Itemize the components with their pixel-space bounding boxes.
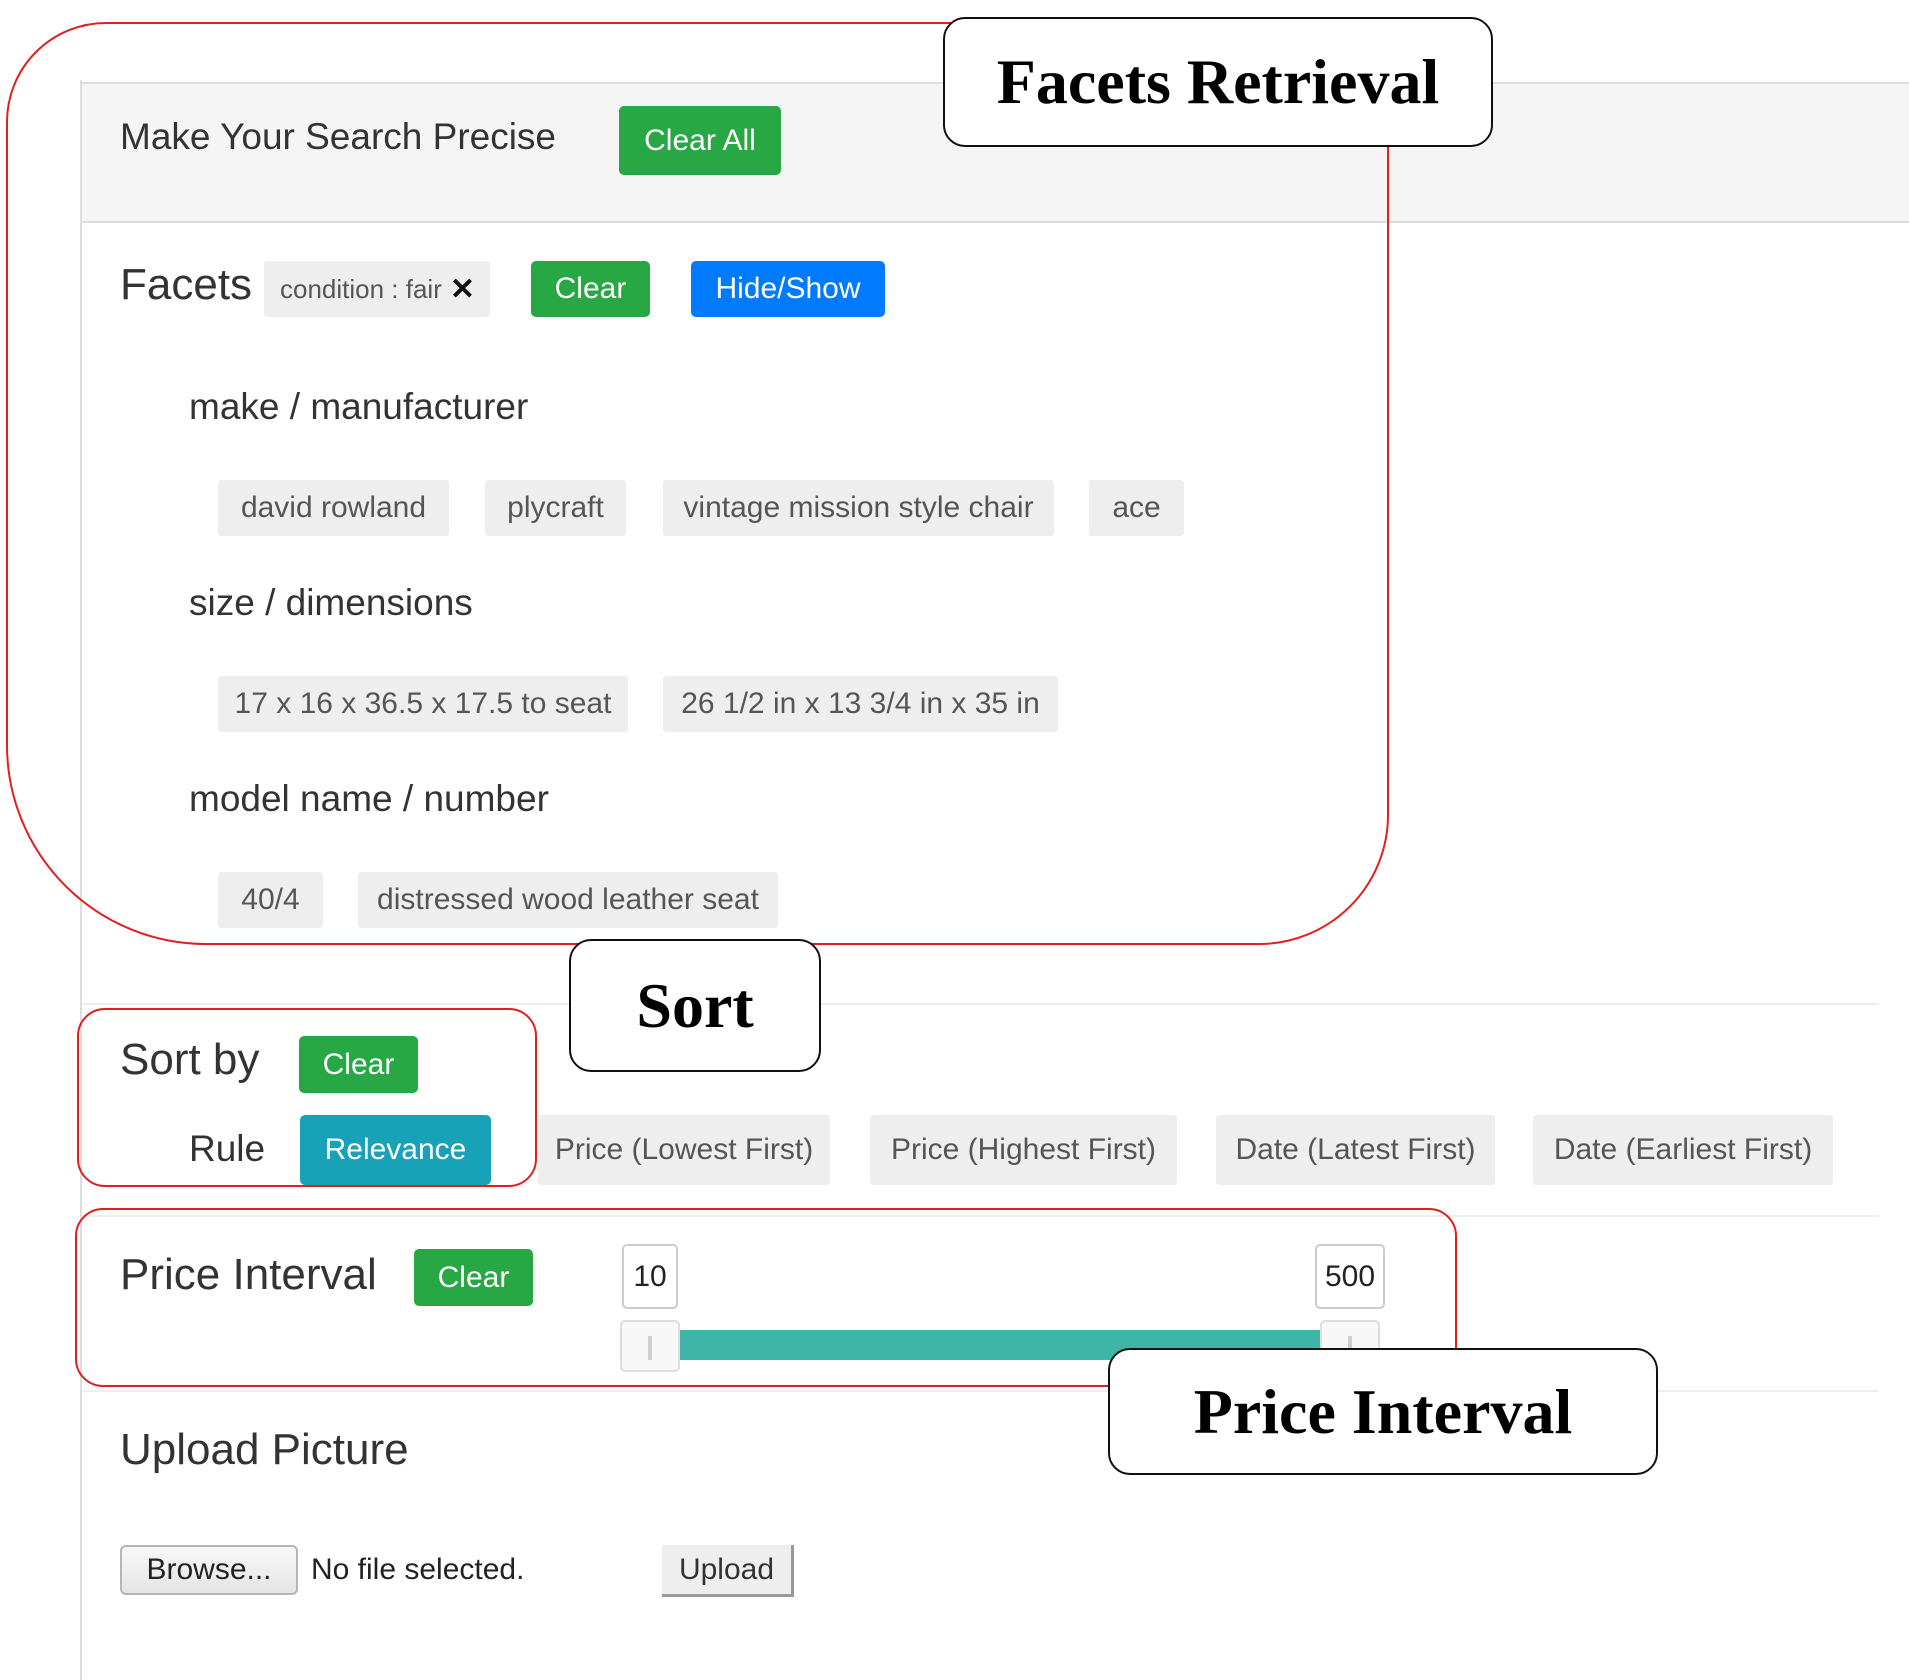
upload-title: Upload Picture	[120, 1425, 409, 1474]
upload-button[interactable]: Upload	[662, 1545, 794, 1597]
sort-outline	[77, 1008, 537, 1187]
facets-retrieval-label: Facets Retrieval	[943, 17, 1493, 147]
facets-retrieval-outline	[6, 22, 1389, 945]
file-status-text: No file selected.	[311, 1553, 525, 1586]
sort-option-date-earliest[interactable]: Date (Earliest First)	[1533, 1115, 1833, 1185]
sort-label: Sort	[569, 939, 821, 1072]
browse-button[interactable]: Browse...	[120, 1545, 298, 1595]
sort-option-price-highest[interactable]: Price (Highest First)	[870, 1115, 1177, 1185]
sort-option-date-latest[interactable]: Date (Latest First)	[1216, 1115, 1495, 1185]
price-interval-label: Price Interval	[1108, 1348, 1658, 1475]
section-divider	[82, 1003, 1879, 1005]
sort-option-price-lowest[interactable]: Price (Lowest First)	[538, 1115, 830, 1185]
